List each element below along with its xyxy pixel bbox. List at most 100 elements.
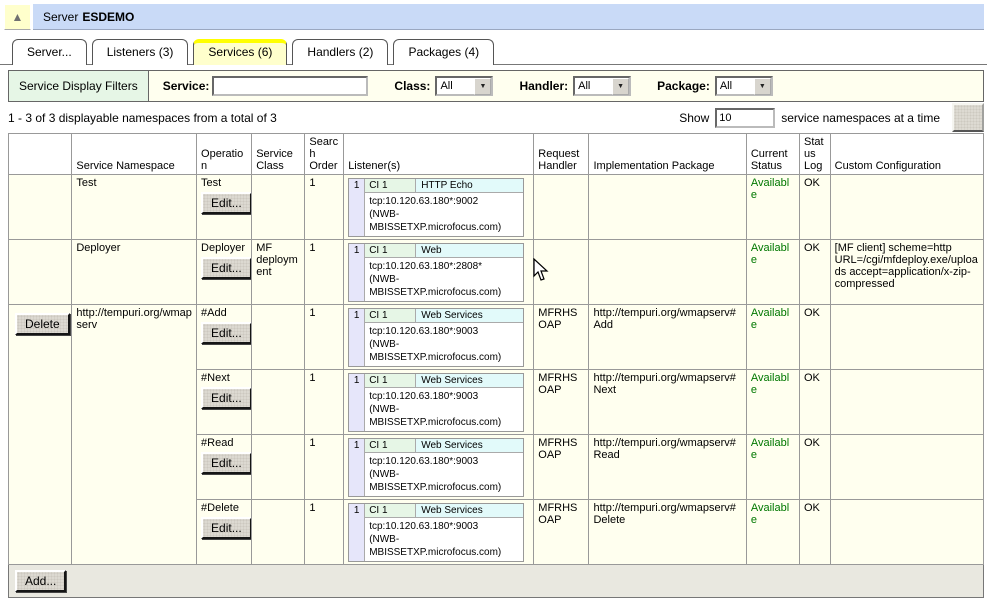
edit-button[interactable]: Edit... (201, 387, 252, 409)
operation-name: #Next (201, 372, 230, 384)
header-custom-configuration: Custom Configuration (830, 134, 983, 175)
row-actions-cell: Delete (9, 305, 72, 565)
chevron-down-icon[interactable]: ▼ (474, 78, 491, 95)
refresh-button-partial[interactable] (952, 103, 984, 132)
package-filter-select[interactable]: All ▼ (715, 76, 773, 96)
listeners-cell: 1 CI 1 Web Services tcp:10.120.63.180*:9… (344, 500, 534, 565)
impl-package-cell: http://tempuri.org/wmapserv#Add (589, 305, 746, 370)
show-count-input[interactable] (715, 108, 775, 128)
service-filter-label: Service: (163, 79, 210, 93)
custom-config-cell (830, 370, 983, 435)
tab-services[interactable]: Services (6) (193, 39, 287, 65)
operation-cell: #Delete Edit... (197, 500, 252, 565)
tab-listeners[interactable]: Listeners (3) (92, 39, 189, 65)
listeners-cell: 1 CI 1 HTTP Echo tcp:10.120.63.180*:9002… (344, 175, 534, 240)
listener-host: (NWB-MBISSETXP.microfocus.com) (365, 468, 523, 496)
status-log-cell: OK (799, 500, 830, 565)
header-status-log: Status Log (799, 134, 830, 175)
operation-name: Deployer (201, 242, 245, 254)
namespace-count-summary: 1 - 3 of 3 displayable namespaces from a… (8, 111, 679, 125)
namespace-cell: Deployer (72, 240, 197, 305)
filter-fields: Service: Class: All ▼ Handler: All ▼ Pac… (149, 71, 773, 101)
services-table: Service Namespace Operation Service Clas… (8, 133, 984, 565)
current-status-cell: Available (746, 435, 799, 500)
operation-cell: Deployer Edit... (197, 240, 252, 305)
edit-button[interactable]: Edit... (201, 322, 252, 344)
collapse-triangle-icon: ▲ (12, 10, 24, 24)
listener-box: 1 CI 1 Web Services tcp:10.120.63.180*:9… (348, 438, 524, 497)
listener-index: 1 (349, 439, 365, 496)
listeners-cell: 1 CI 1 Web tcp:10.120.63.180*:2808* (NWB… (344, 240, 534, 305)
table-row: Deployer Deployer Edit... MF deployment … (9, 240, 984, 305)
tab-server[interactable]: Server... (12, 39, 87, 65)
header-listeners: Listener(s) (344, 134, 534, 175)
status-log-cell: OK (799, 435, 830, 500)
listener-endpoint: tcp:10.120.63.180*:2808* (365, 258, 523, 273)
current-status-cell: Available (746, 305, 799, 370)
search-order-cell: 1 (305, 500, 344, 565)
server-title-prefix: Server (43, 10, 78, 24)
add-button[interactable]: Add... (15, 570, 66, 592)
request-handler-cell: MFRHSOAP (534, 305, 589, 370)
edit-button[interactable]: Edit... (201, 257, 252, 279)
search-order-cell: 1 (305, 240, 344, 305)
edit-button[interactable]: Edit... (201, 452, 252, 474)
listener-index: 1 (349, 309, 365, 366)
title-bar: ▲ Server ESDEMO (4, 4, 984, 30)
edit-button[interactable]: Edit... (201, 517, 252, 539)
impl-package-cell: http://tempuri.org/wmapserv#Read (589, 435, 746, 500)
service-class-cell (252, 175, 305, 240)
impl-package-cell (589, 240, 746, 305)
request-handler-cell: MFRHSOAP (534, 435, 589, 500)
request-handler-cell: MFRHSOAP (534, 370, 589, 435)
handler-filter-select[interactable]: All ▼ (573, 76, 631, 96)
chevron-down-icon[interactable]: ▼ (754, 78, 771, 95)
custom-config-cell (830, 305, 983, 370)
row-actions-cell (9, 175, 72, 240)
header-implementation-package: Implementation Package (589, 134, 746, 175)
namespace-cell: Test (72, 175, 197, 240)
service-class-cell (252, 305, 305, 370)
listener-name: Web Services (416, 439, 523, 452)
listener-conversation: CI 1 (365, 244, 416, 257)
class-filter-select[interactable]: All ▼ (435, 76, 493, 96)
listener-endpoint: tcp:10.120.63.180*:9003 (365, 518, 523, 533)
operation-name: #Add (201, 307, 227, 319)
request-handler-cell (534, 175, 589, 240)
row-actions-cell (9, 240, 72, 305)
listener-conversation: CI 1 (365, 374, 416, 387)
current-status-cell: Available (746, 500, 799, 565)
operation-name: #Read (201, 437, 233, 449)
listener-host: (NWB-MBISSETXP.microfocus.com) (365, 208, 523, 236)
class-filter-label: Class: (394, 79, 430, 93)
delete-button[interactable]: Delete (15, 313, 70, 335)
tab-handlers[interactable]: Handlers (2) (292, 39, 388, 65)
listener-host: (NWB-MBISSETXP.microfocus.com) (365, 533, 523, 561)
listeners-cell: 1 CI 1 Web Services tcp:10.120.63.180*:9… (344, 305, 534, 370)
impl-package-cell (589, 175, 746, 240)
handler-filter-label: Handler: (519, 79, 568, 93)
listener-box: 1 CI 1 Web Services tcp:10.120.63.180*:9… (348, 373, 524, 432)
chevron-down-icon[interactable]: ▼ (612, 78, 629, 95)
table-row: Delete http://tempuri.org/wmapserv #Add … (9, 305, 984, 370)
listener-host: (NWB-MBISSETXP.microfocus.com) (365, 273, 523, 301)
operation-name: Test (201, 177, 221, 189)
edit-button[interactable]: Edit... (201, 192, 252, 214)
package-filter-value: All (717, 80, 754, 92)
listener-endpoint: tcp:10.120.63.180*:9003 (365, 323, 523, 338)
table-footer: Add... (8, 565, 984, 598)
service-filter-input[interactable] (212, 76, 368, 96)
handler-filter-value: All (575, 80, 612, 92)
namespace-cell: http://tempuri.org/wmapserv (72, 305, 197, 565)
tab-bar: Server... Listeners (3) Services (6) Han… (0, 30, 987, 65)
listener-box: 1 CI 1 HTTP Echo tcp:10.120.63.180*:9002… (348, 178, 524, 237)
listener-name: Web (416, 244, 523, 257)
impl-package-cell: http://tempuri.org/wmapserv#Delete (589, 500, 746, 565)
server-title: Server ESDEMO (33, 4, 984, 30)
request-handler-cell: MFRHSOAP (534, 500, 589, 565)
tab-packages[interactable]: Packages (4) (393, 39, 494, 65)
collapse-button[interactable]: ▲ (4, 4, 31, 30)
search-order-cell: 1 (305, 435, 344, 500)
listener-box: 1 CI 1 Web tcp:10.120.63.180*:2808* (NWB… (348, 243, 524, 302)
listener-endpoint: tcp:10.120.63.180*:9002 (365, 193, 523, 208)
